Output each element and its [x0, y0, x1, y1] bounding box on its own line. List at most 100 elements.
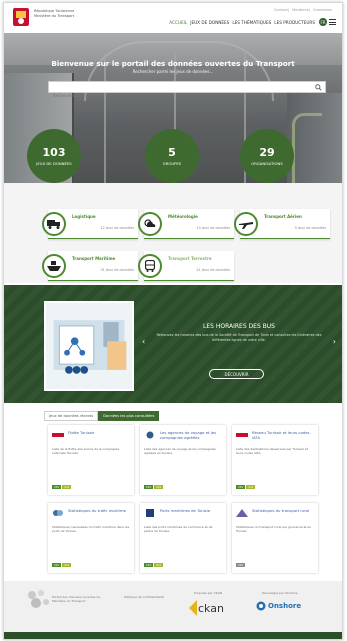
format-tag[interactable]: CSV [144, 563, 154, 567]
dataset-desc: Statistiques du transport rural par gouv… [236, 525, 312, 534]
dataset-tags: CSV XLS [52, 563, 72, 567]
brand-text: République Tunisienne Ministère du Trans… [34, 9, 74, 19]
footer-privacy-link[interactable]: Politique de confidentialité [124, 595, 164, 599]
category-transport-terrestre[interactable]: Transport Terrestre 41 Jeux de données [138, 251, 234, 281]
ckan-wordmark: ckan [198, 601, 224, 615]
format-tag[interactable]: CSV [52, 563, 62, 567]
tunisair-logo-icon [236, 433, 248, 437]
datasets-section: Jeux de données récents Données les plus… [4, 403, 342, 581]
site-footer: Portail des données ouvertes du Ministèr… [4, 581, 342, 639]
dataset-card[interactable]: Statistiques du transport rural Statisti… [232, 503, 318, 573]
chevron-left-icon[interactable]: ‹ [142, 337, 145, 346]
category-name: Transport Maritime [72, 256, 116, 261]
mentions-link[interactable]: Mentions [292, 8, 308, 12]
nav-themes[interactable]: Les thématiques [232, 20, 271, 25]
dataset-tags: CSV XLS [144, 563, 164, 567]
format-tag[interactable]: XLS [246, 485, 256, 489]
search-icon[interactable] [315, 84, 322, 91]
dataset-card[interactable]: Réseau Tunisair et leurs codes IATA List… [232, 425, 318, 495]
tunisia-emblem-icon[interactable] [12, 7, 30, 27]
stat-datasets[interactable]: 103 Jeux de données [27, 129, 81, 183]
dataset-title[interactable]: Statistiques du trafic maritime [68, 508, 130, 513]
dataset-card[interactable]: Flotte Tunisair Liste de la flotte des a… [48, 425, 134, 495]
category-name: Transport Terrestre [168, 256, 212, 261]
showcase-text: Retrouvez les horaires des bus de la Soc… [156, 333, 322, 342]
tab-recent[interactable]: Jeux de données récents [44, 411, 99, 421]
tab-popular[interactable]: Données les plus consultées [98, 411, 160, 421]
airplane-icon [234, 212, 258, 236]
format-tag[interactable]: XLS [154, 563, 164, 567]
format-tag[interactable]: XLS [154, 485, 164, 489]
nav-home[interactable]: Accueil [169, 20, 187, 25]
ministry-logo-icon [146, 431, 154, 439]
discover-button[interactable]: Découvrir [209, 369, 264, 379]
dataset-tags: CSV XLS [52, 485, 72, 489]
utility-links: Contact| Mentions| Connexion [273, 8, 332, 12]
hero-subtitle: Rechercher parmi les jeux de données... [132, 69, 214, 74]
search-input[interactable] [49, 90, 325, 101]
category-logistique[interactable]: Logistique 12 Jeux de données [42, 209, 138, 239]
onshore-wordmark: Onshore [268, 602, 302, 610]
dataset-title[interactable]: Flotte Tunisair [68, 430, 130, 435]
category-name: Météorologie [168, 214, 198, 219]
stat-organizations[interactable]: 29 Organisations [240, 129, 294, 183]
menu-icon[interactable] [329, 19, 336, 25]
showcase-title: Les horaires des bus [202, 323, 275, 330]
search-box[interactable] [48, 81, 326, 101]
hero-banner: Bienvenue sur le portail des données ouv… [4, 33, 342, 183]
category-count: 9 Jeux de données [294, 226, 326, 230]
showcase-illustration[interactable] [44, 301, 134, 391]
dataset-card[interactable]: Ports maritimes de Tunisie Liste des por… [140, 503, 226, 573]
format-tag[interactable]: CSV [144, 485, 154, 489]
dataset-title[interactable]: Les agences de voyage et les compagnies … [160, 430, 222, 440]
nav-datasets[interactable]: Jeux de données [190, 20, 229, 25]
main-nav: Accueil Jeux de données Les thématiques … [166, 18, 336, 26]
login-link[interactable]: Connexion [313, 8, 332, 12]
category-meteorologie[interactable]: Météorologie 10 Jeux de données [138, 209, 234, 239]
dataset-desc: Liste des destinations desservies par Tu… [236, 447, 308, 456]
dataset-card[interactable]: Statistiques du trafic maritime Statisti… [48, 503, 134, 573]
dataset-desc: Liste des ports maritimes de commerce et… [144, 525, 213, 534]
dataset-tabs: Jeux de données récents Données les plus… [44, 411, 160, 421]
categories-section: Logistique 12 Jeux de données Météorolog… [4, 183, 342, 283]
ckan-icon [189, 600, 197, 616]
footer-partner: Développé par Onshore [262, 591, 298, 595]
onshore-logo[interactable]: Onshore [256, 601, 301, 611]
category-count: 12 Jeux de données [100, 226, 135, 230]
dataset-title[interactable]: Réseau Tunisair et leurs codes IATA [252, 430, 314, 440]
category-name: Transport Aérien [264, 214, 302, 219]
contact-link[interactable]: Contact [274, 8, 288, 12]
ckan-logo[interactable]: ckan [189, 599, 225, 617]
rural-transport-logo-icon [236, 509, 248, 517]
format-tag[interactable]: CSV [236, 485, 246, 489]
category-count: 10 Jeux de données [196, 226, 231, 230]
tunisair-logo-icon [52, 433, 64, 437]
dataset-desc: Liste de la flotte des avions de la comp… [52, 447, 120, 456]
onshore-icon [256, 601, 266, 611]
site-header: République Tunisienne Ministère du Trans… [4, 3, 342, 33]
dataset-tags: CSV XLS [236, 485, 256, 489]
stat-groups[interactable]: 5 Groupes [145, 129, 199, 183]
page: République Tunisienne Ministère du Trans… [3, 2, 343, 640]
category-name: Logistique [72, 214, 96, 219]
stat-value: 103 [42, 145, 66, 159]
chevron-right-icon[interactable]: › [333, 337, 336, 346]
format-tag[interactable]: XLS [62, 485, 72, 489]
nav-producers[interactable]: Les producteurs [274, 20, 315, 25]
omm-logo-icon [53, 510, 63, 516]
category-transport-maritime[interactable]: Transport Maritime 31 Jeux de données [42, 251, 138, 281]
ports-logo-icon [146, 509, 154, 517]
dataset-title[interactable]: Statistiques du transport rural [252, 508, 314, 513]
stat-value: 29 [259, 145, 275, 159]
brand-line2: Ministère du Transport [34, 14, 75, 18]
format-tag[interactable]: CSV [236, 563, 246, 567]
dataset-title[interactable]: Ports maritimes de Tunisie [160, 508, 222, 513]
format-tag[interactable]: XLS [62, 563, 72, 567]
format-tag[interactable]: CSV [52, 485, 62, 489]
showcase-section: ‹ Les horaires des bus Retrouvez les hor… [4, 285, 342, 403]
stat-label: Groupes [162, 160, 182, 166]
language-button[interactable]: FR [319, 18, 327, 26]
stat-label: Jeux de données [36, 160, 72, 166]
category-transport-aerien[interactable]: Transport Aérien 9 Jeux de données [234, 209, 330, 239]
dataset-card[interactable]: Les agences de voyage et les compagnies … [140, 425, 226, 495]
